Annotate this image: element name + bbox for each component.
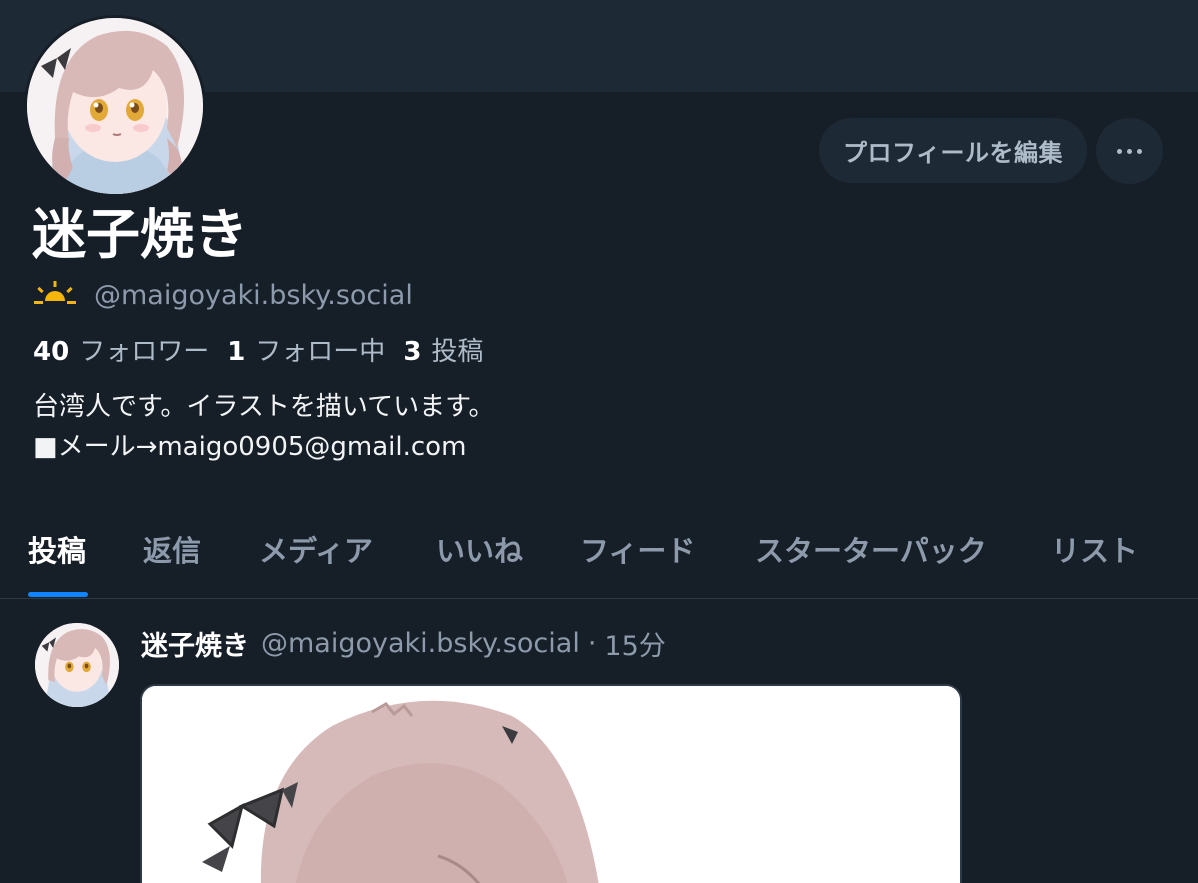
tab-posts[interactable]: 投稿 <box>28 528 86 570</box>
more-options-button[interactable] <box>1096 118 1163 184</box>
post-image[interactable] <box>140 684 962 883</box>
following-label: フォロー中 <box>255 336 386 367</box>
profile-avatar[interactable] <box>24 15 206 197</box>
edit-profile-button[interactable]: プロフィールを編集 <box>819 118 1087 183</box>
post-separator: · <box>587 627 597 659</box>
tab-media[interactable]: メディア <box>259 528 373 570</box>
followers-stat[interactable]: 40 フォロワー <box>33 331 209 368</box>
active-tab-indicator <box>28 592 88 597</box>
post-author-avatar[interactable] <box>35 623 119 707</box>
ellipsis-icon <box>1115 148 1145 154</box>
posts-stat: 3 投稿 <box>403 331 483 368</box>
profile-tabs: 投稿 返信 メディア いいね フィード スターターパック リスト <box>0 520 1198 599</box>
profile-handle-row: @maigoyaki.bsky.social <box>34 277 413 313</box>
tab-lists[interactable]: リスト <box>1051 528 1138 570</box>
tab-starter-packs[interactable]: スターターパック <box>755 528 987 570</box>
bio-line[interactable]: ■メール→maigo0905@gmail.com <box>33 427 495 467</box>
post-author-handle[interactable]: @maigoyaki.bsky.social <box>261 628 580 659</box>
sunrise-icon <box>34 281 76 309</box>
followers-count: 40 <box>33 336 70 367</box>
profile-display-name: 迷子焼き <box>32 203 248 266</box>
profile-page: プロフィールを編集 迷子焼き @maigoyaki.bsky.social 40… <box>0 0 1198 883</box>
bio-line: 台湾人です。イラストを描いています。 <box>33 392 495 422</box>
post-timestamp[interactable]: 15分 <box>604 624 665 663</box>
followers-label: フォロワー <box>79 336 210 367</box>
posts-count: 3 <box>403 336 422 367</box>
tab-likes[interactable]: いいね <box>436 528 523 570</box>
following-stat[interactable]: 1 フォロー中 <box>227 331 385 368</box>
tab-feeds[interactable]: フィード <box>580 528 695 570</box>
post-header: 迷子焼き @maigoyaki.bsky.social · 15分 <box>141 624 666 662</box>
profile-bio: 台湾人です。イラストを描いています。 ■メール→maigo0905@gmail.… <box>33 387 495 467</box>
tab-replies[interactable]: 返信 <box>143 528 201 570</box>
profile-handle: @maigoyaki.bsky.social <box>94 279 413 311</box>
following-count: 1 <box>227 336 246 367</box>
posts-label: 投稿 <box>431 336 484 367</box>
profile-stats: 40 フォロワー 1 フォロー中 3 投稿 <box>33 330 501 368</box>
post-author-name[interactable]: 迷子焼き <box>141 624 249 663</box>
